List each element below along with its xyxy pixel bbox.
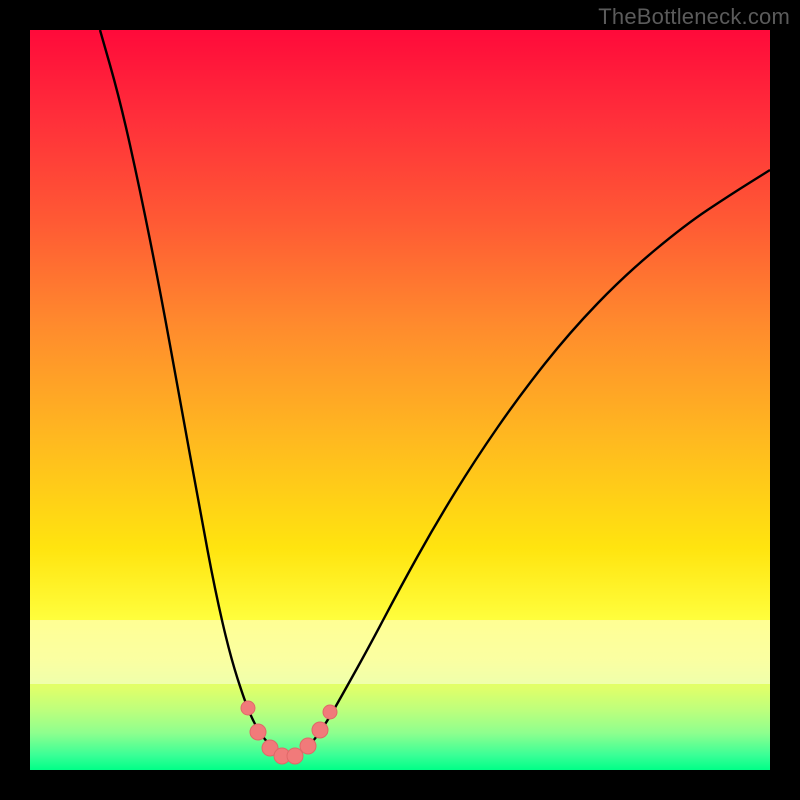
bottleneck-curve-path <box>100 30 770 756</box>
curve-marker <box>287 748 303 764</box>
watermark-text: TheBottleneck.com <box>598 4 790 30</box>
curve-markers <box>241 701 337 764</box>
curve-marker <box>300 738 316 754</box>
curve-marker <box>312 722 328 738</box>
curve-marker <box>323 705 337 719</box>
curve-marker <box>241 701 255 715</box>
chart-frame: TheBottleneck.com <box>0 0 800 800</box>
curve-marker <box>250 724 266 740</box>
bottleneck-curve-svg <box>30 30 770 770</box>
plot-gradient-area <box>30 30 770 770</box>
